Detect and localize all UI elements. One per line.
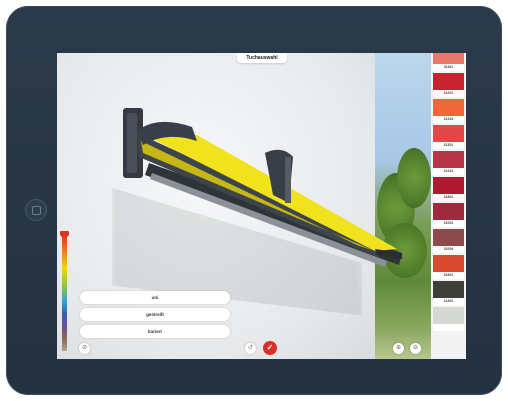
reset-icon[interactable]: ⊘: [79, 343, 90, 354]
zoom-out-icon[interactable]: ⊖: [410, 343, 421, 354]
filter-kariert-button[interactable]: kariert: [80, 325, 230, 338]
fabric-swatch[interactable]: [433, 307, 464, 331]
swatch-color: [433, 53, 464, 64]
swatch-color: [433, 73, 464, 90]
fabric-swatch[interactable]: 31313: [433, 151, 464, 175]
fabric-swatch[interactable]: 31001: [433, 203, 464, 227]
fabric-swatch[interactable]: 31301: [433, 281, 464, 305]
color-filter-handle[interactable]: [60, 231, 69, 237]
swatch-color: [433, 203, 464, 220]
swatch-code: [433, 324, 464, 331]
color-filter-slider[interactable]: [62, 233, 67, 351]
swatch-color: [433, 229, 464, 246]
swatch-code: 31811: [433, 64, 464, 71]
app-screen: Tuchauswahl uni gestreift kariert ⊘ ↺ ✓ …: [57, 53, 466, 359]
swatch-color: [433, 177, 464, 194]
swatch-code: 31001: [433, 220, 464, 227]
confirm-button[interactable]: ✓: [263, 341, 277, 355]
fabric-swatch[interactable]: 31301: [433, 125, 464, 149]
swatch-code: 31201: [433, 90, 464, 97]
fabric-swatch[interactable]: 31811: [433, 53, 464, 71]
swatch-color: [433, 125, 464, 142]
swatch-code: 31301: [433, 298, 464, 305]
filter-uni-button[interactable]: uni: [80, 291, 230, 304]
home-button[interactable]: [25, 199, 47, 221]
swatch-code: 31313: [433, 168, 464, 175]
fabric-swatch[interactable]: 31313: [433, 99, 464, 123]
page-title: Tuchauswahl: [237, 53, 287, 63]
swatch-color: [433, 281, 464, 298]
swatch-color: [433, 151, 464, 168]
fabric-swatch-list[interactable]: 31811 31201 31313 31301 31313 31801 3100…: [431, 53, 466, 359]
swatch-color: [433, 99, 464, 116]
swatch-color: [433, 307, 464, 324]
fabric-swatch[interactable]: 31201: [433, 73, 464, 97]
swatch-code: 31301: [433, 142, 464, 149]
fabric-swatch[interactable]: 31801: [433, 255, 464, 279]
swatch-code: 31004: [433, 246, 464, 253]
swatch-code: 31801: [433, 194, 464, 201]
fabric-swatch[interactable]: 31004: [433, 229, 464, 253]
swatch-color: [433, 255, 464, 272]
swatch-code: 31313: [433, 116, 464, 123]
zoom-in-icon[interactable]: ⊕: [393, 343, 404, 354]
undo-icon[interactable]: ↺: [245, 343, 256, 354]
swatch-code: 31801: [433, 272, 464, 279]
fabric-swatch[interactable]: 31801: [433, 177, 464, 201]
filter-gestreift-button[interactable]: gestreift: [80, 308, 230, 321]
